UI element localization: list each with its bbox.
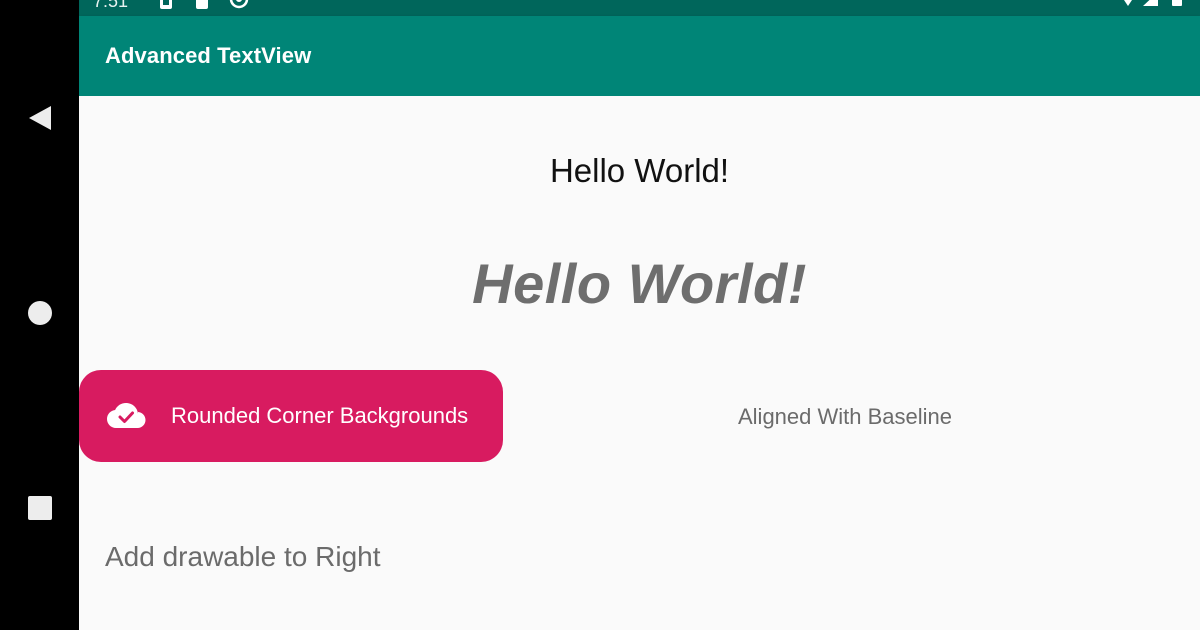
recents-button[interactable]: [0, 480, 79, 540]
wifi-icon: [1119, 0, 1137, 10]
rounded-chip-label: Rounded Corner Backgrounds: [171, 403, 469, 428]
hello-world-styled-text: Hello World!: [472, 252, 807, 315]
status-bar: 7:51: [79, 0, 1200, 16]
drawable-right-text: Add drawable to Right: [105, 541, 381, 572]
app-bar: Advanced TextView: [79, 16, 1200, 96]
at-sign-icon: [229, 0, 249, 10]
navigation-bar: [0, 0, 79, 630]
back-button[interactable]: [0, 90, 79, 150]
rounded-corner-background-textview[interactable]: Rounded Corner Backgrounds: [79, 370, 503, 462]
main-content: Hello World! Hello World! Rounded Corner…: [79, 96, 1200, 630]
home-button[interactable]: [0, 285, 79, 345]
recents-icon: [27, 495, 52, 525]
cloud-check-icon: [105, 401, 147, 431]
status-time: 7:51: [93, 0, 129, 11]
aligned-baseline-text: Aligned With Baseline: [738, 404, 953, 429]
app-title: Advanced TextView: [105, 43, 312, 68]
battery-icon: [1171, 0, 1183, 10]
signal-icon: [1141, 0, 1159, 10]
home-icon: [27, 300, 53, 331]
hello-world-plain-text: Hello World!: [549, 152, 730, 189]
sim-card-icon: [159, 0, 173, 10]
back-icon: [27, 104, 53, 137]
sd-card-icon: [195, 0, 209, 10]
